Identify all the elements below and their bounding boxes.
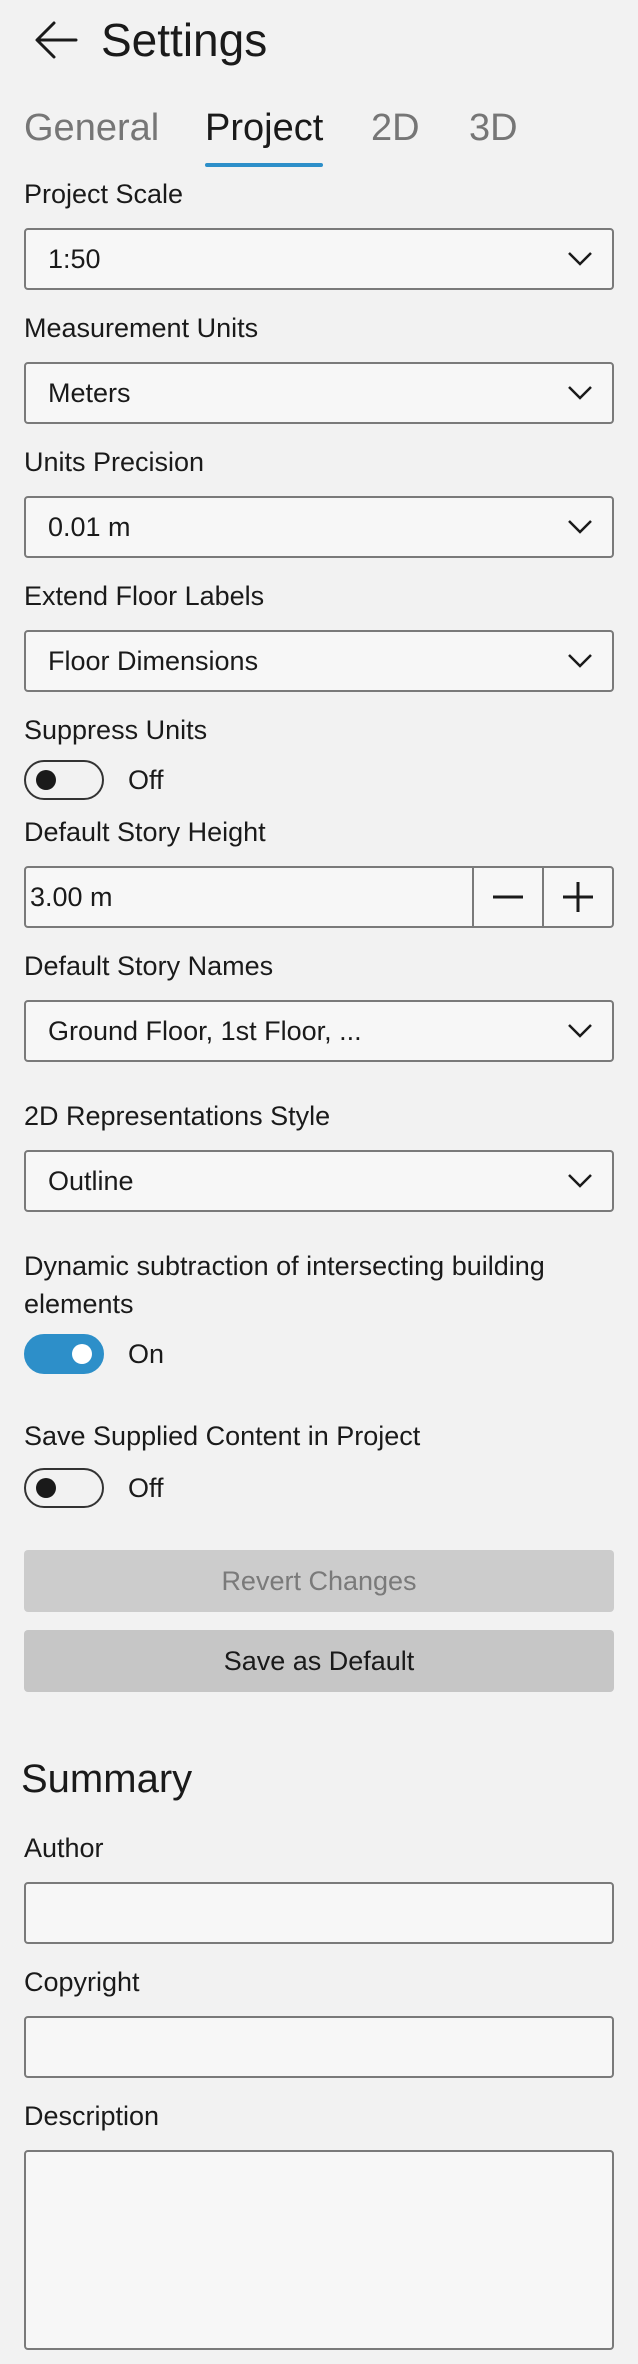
save-as-default-button[interactable]: Save as Default (24, 1630, 614, 1692)
tab-project[interactable]: Project (205, 100, 323, 156)
toggle-knob (36, 770, 56, 790)
author-label: Author (24, 1833, 104, 1863)
story-height-label: Default Story Height (24, 817, 266, 847)
floor-labels-dropdown[interactable]: Floor Dimensions (24, 630, 614, 692)
story-names-value: Ground Floor, 1st Floor, ... (48, 1015, 362, 1046)
units-precision-label: Units Precision (24, 447, 205, 477)
story-names-label: Default Story Names (24, 951, 274, 981)
decrement-button[interactable] (472, 868, 542, 926)
chevron-down-icon (548, 1151, 612, 1211)
description-field-box (24, 2150, 614, 2350)
units-precision-value: 0.01 m (48, 511, 131, 542)
measurement-units-label: Measurement Units (24, 313, 259, 343)
representation-style-value: Outline (48, 1165, 134, 1196)
author-field-box (24, 1882, 614, 1944)
header: Settings (0, 0, 638, 80)
suppress-units-state: Off (128, 764, 164, 795)
representation-style-label: 2D Representations Style (24, 1101, 331, 1131)
story-names-dropdown[interactable]: Ground Floor, 1st Floor, ... (24, 1000, 614, 1062)
save-supplied-state: Off (128, 1472, 164, 1503)
dynamic-subtraction-label-line1: Dynamic subtraction of intersecting buil… (24, 1251, 545, 1281)
floor-labels-value: Floor Dimensions (48, 645, 259, 676)
measurement-units-value: Meters (48, 377, 131, 408)
suppress-units-row: Off (24, 760, 164, 800)
chevron-down-icon (548, 631, 612, 691)
suppress-units-toggle[interactable] (24, 760, 104, 800)
increment-button[interactable] (542, 868, 612, 926)
representation-style-dropdown[interactable]: Outline (24, 1150, 614, 1212)
toggle-knob (72, 1344, 92, 1364)
project-scale-label: Project Scale (24, 179, 184, 209)
save-supplied-toggle[interactable] (24, 1468, 104, 1508)
units-precision-dropdown[interactable]: 0.01 m (24, 496, 614, 558)
active-tab-indicator (205, 163, 323, 167)
copyright-label: Copyright (24, 1967, 140, 1997)
project-scale-dropdown[interactable]: 1:50 (24, 228, 614, 290)
chevron-down-icon (548, 229, 612, 289)
story-height-numeric (24, 866, 614, 928)
dynamic-subtraction-row: On (24, 1334, 164, 1374)
story-height-input[interactable] (26, 868, 472, 926)
back-button[interactable] (24, 8, 88, 72)
tab-2d[interactable]: 2D (371, 100, 420, 156)
dynamic-subtraction-toggle[interactable] (24, 1334, 104, 1374)
summary-section-title: Summary (21, 1757, 193, 1801)
save-supplied-row: Off (24, 1468, 164, 1508)
toggle-knob (36, 1478, 56, 1498)
plus-icon (563, 882, 593, 912)
chevron-down-icon (548, 1001, 612, 1061)
copyright-input[interactable] (26, 2018, 612, 2076)
project-scale-value: 1:50 (48, 243, 101, 274)
page-title: Settings (101, 14, 268, 66)
floor-labels-label: Extend Floor Labels (24, 581, 265, 611)
dynamic-subtraction-state: On (128, 1338, 165, 1369)
author-input[interactable] (26, 1884, 612, 1942)
back-arrow-icon (35, 21, 78, 59)
chevron-down-icon (548, 363, 612, 423)
dynamic-subtraction-label-line2: elements (24, 1289, 134, 1319)
revert-changes-button[interactable]: Revert Changes (24, 1550, 614, 1612)
description-label: Description (24, 2101, 160, 2131)
description-textarea[interactable] (26, 2152, 612, 2348)
chevron-down-icon (548, 497, 612, 557)
minus-icon (493, 895, 523, 899)
tab-general[interactable]: General (24, 100, 159, 156)
measurement-units-dropdown[interactable]: Meters (24, 362, 614, 424)
suppress-units-label: Suppress Units (24, 715, 208, 745)
copyright-field-box (24, 2016, 614, 2078)
save-supplied-label: Save Supplied Content in Project (24, 1421, 421, 1451)
tab-3d[interactable]: 3D (469, 100, 518, 156)
